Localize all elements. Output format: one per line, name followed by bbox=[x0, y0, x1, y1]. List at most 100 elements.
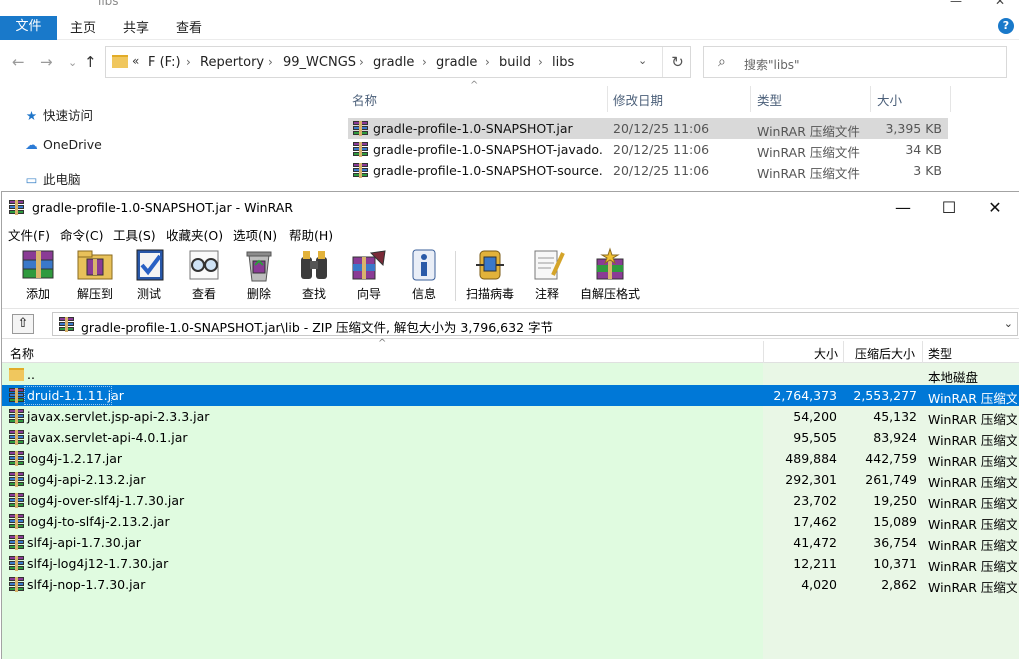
row-packed-size: 19,250 bbox=[873, 493, 917, 508]
menu-favorites[interactable]: 收藏夹(O) bbox=[166, 225, 223, 244]
column-header-name[interactable]: 名称 bbox=[10, 345, 34, 362]
forward-arrow-icon[interactable]: → bbox=[40, 53, 53, 71]
table-row[interactable]: druid-1.1.11.jar 2,764,373 2,553,277 Win… bbox=[2, 385, 1019, 406]
menu-file[interactable]: 文件(F) bbox=[8, 225, 50, 244]
comment-button[interactable]: 注释 bbox=[520, 247, 574, 305]
menu-options[interactable]: 选项(N) bbox=[233, 225, 277, 244]
breadcrumb-separator-icon[interactable]: › bbox=[359, 55, 364, 69]
column-header-type[interactable]: 类型 bbox=[757, 90, 782, 109]
menu-help[interactable]: 帮助(H) bbox=[289, 225, 333, 244]
wizard-icon bbox=[349, 247, 389, 283]
extract-to-button[interactable]: 解压到 bbox=[68, 247, 122, 305]
parent-folder-row[interactable]: .. 本地磁盘 bbox=[2, 364, 1019, 385]
archive-path-dropdown[interactable]: gradle-profile-1.0-SNAPSHOT.jar\lib - ZI… bbox=[52, 312, 1018, 336]
column-header-name[interactable]: 名称 bbox=[352, 90, 377, 109]
table-row[interactable]: slf4j-api-1.7.30.jar 41,472 36,754 WinRA… bbox=[2, 532, 1019, 553]
close-icon[interactable]: ✕ bbox=[995, 0, 1005, 8]
column-divider[interactable] bbox=[607, 86, 608, 112]
row-type: 本地磁盘 bbox=[928, 370, 979, 385]
info-button[interactable]: 信息 bbox=[397, 247, 451, 305]
maximize-icon[interactable]: ☐ bbox=[926, 196, 972, 220]
ribbon-tab-home[interactable]: 主页 bbox=[70, 17, 96, 36]
recent-locations-icon[interactable]: ⌄ bbox=[68, 56, 77, 69]
breadcrumb-repertory[interactable]: Repertory bbox=[200, 55, 264, 70]
table-row[interactable]: log4j-over-slf4j-1.7.30.jar 23,702 19,25… bbox=[2, 490, 1019, 511]
nav-item-quick-access[interactable]: ★ 快速访问 bbox=[24, 105, 93, 124]
breadcrumb-libs[interactable]: libs bbox=[552, 55, 574, 70]
column-header-size[interactable]: 大小 bbox=[877, 90, 902, 109]
breadcrumb-separator-icon[interactable]: › bbox=[485, 55, 490, 69]
row-size: 17,462 bbox=[793, 514, 837, 529]
scan-virus-button[interactable]: 扫描病毒 bbox=[462, 247, 518, 305]
nav-item-this-pc[interactable]: ▭ 此电脑 bbox=[24, 169, 81, 188]
file-row[interactable]: gradle-profile-1.0-SNAPSHOT-javado... 20… bbox=[348, 139, 948, 160]
row-name: slf4j-log4j12-1.7.30.jar bbox=[27, 556, 169, 571]
address-dropdown-icon[interactable]: ⌄ bbox=[638, 54, 647, 67]
breadcrumb-99wcngs[interactable]: 99_WCNGS bbox=[283, 55, 356, 70]
column-divider[interactable] bbox=[870, 86, 871, 112]
column-divider[interactable] bbox=[843, 341, 844, 363]
toolbar: 添加 解压到 测试 查看 删除 查找 向导 信息 扫描病毒 注释 自解压格式 bbox=[2, 243, 1019, 309]
file-type: WinRAR 压缩文件 bbox=[757, 124, 860, 139]
address-bar[interactable]: « F (F:) › Repertory › 99_WCNGS › gradle… bbox=[105, 46, 691, 78]
address-prefix[interactable]: « bbox=[132, 54, 139, 68]
close-icon[interactable]: ✕ bbox=[972, 196, 1018, 220]
chevron-down-icon[interactable]: ⌄ bbox=[1004, 317, 1013, 330]
ribbon-tab-share[interactable]: 共享 bbox=[123, 17, 149, 36]
add-button[interactable]: 添加 bbox=[11, 247, 65, 305]
file-row[interactable]: gradle-profile-1.0-SNAPSHOT-source... 20… bbox=[348, 160, 948, 181]
table-row[interactable]: log4j-to-slf4j-2.13.2.jar 17,462 15,089 … bbox=[2, 511, 1019, 532]
table-row[interactable]: log4j-1.2.17.jar 489,884 442,759 WinRAR … bbox=[2, 448, 1019, 469]
file-row[interactable]: gradle-profile-1.0-SNAPSHOT.jar 20/12/25… bbox=[348, 118, 948, 139]
breadcrumb-gradle-1[interactable]: gradle bbox=[373, 55, 414, 70]
wizard-button[interactable]: 向导 bbox=[342, 247, 396, 305]
jar-archive-icon bbox=[9, 577, 24, 592]
menu-tools[interactable]: 工具(S) bbox=[113, 225, 156, 244]
search-box[interactable]: ⌕ 搜索"libs" bbox=[703, 46, 1007, 78]
help-icon[interactable]: ? bbox=[998, 18, 1014, 34]
refresh-icon[interactable]: ↻ bbox=[662, 47, 692, 77]
up-arrow-icon[interactable]: ↑ bbox=[84, 53, 97, 71]
breadcrumb-build[interactable]: build bbox=[499, 55, 531, 70]
cloud-icon: ☁ bbox=[25, 137, 38, 152]
column-divider[interactable] bbox=[763, 341, 764, 363]
test-icon bbox=[129, 247, 169, 283]
row-name: .. bbox=[27, 367, 35, 382]
column-divider[interactable] bbox=[950, 86, 951, 112]
delete-button[interactable]: 删除 bbox=[232, 247, 286, 305]
breadcrumb-separator-icon[interactable]: › bbox=[186, 55, 191, 69]
breadcrumb-separator-icon[interactable]: › bbox=[268, 55, 273, 69]
minimize-icon[interactable]: — bbox=[950, 0, 962, 8]
table-row[interactable]: slf4j-log4j12-1.7.30.jar 12,211 10,371 W… bbox=[2, 553, 1019, 574]
breadcrumb-gradle-2[interactable]: gradle bbox=[436, 55, 477, 70]
table-row[interactable]: javax.servlet.jsp-api-2.3.3.jar 54,200 4… bbox=[2, 406, 1019, 427]
breadcrumb-drive[interactable]: F (F:) bbox=[148, 55, 181, 70]
test-button[interactable]: 测试 bbox=[122, 247, 176, 305]
column-header-packed[interactable]: 压缩后大小 bbox=[855, 345, 915, 362]
jar-archive-icon bbox=[9, 409, 24, 424]
menu-commands[interactable]: 命令(C) bbox=[60, 225, 103, 244]
table-row[interactable]: javax.servlet-api-4.0.1.jar 95,505 83,92… bbox=[2, 427, 1019, 448]
column-divider[interactable] bbox=[750, 86, 751, 112]
column-divider[interactable] bbox=[922, 341, 923, 363]
table-row[interactable]: log4j-api-2.13.2.jar 292,301 261,749 Win… bbox=[2, 469, 1019, 490]
file-type: WinRAR 压缩文件 bbox=[757, 166, 860, 181]
column-header-type[interactable]: 类型 bbox=[928, 345, 952, 362]
ribbon-tab-file[interactable]: 文件 bbox=[0, 16, 57, 40]
row-type: WinRAR 压缩文件 bbox=[928, 580, 1017, 595]
table-row[interactable]: slf4j-nop-1.7.30.jar 4,020 2,862 WinRAR … bbox=[2, 574, 1019, 595]
breadcrumb-separator-icon[interactable]: › bbox=[538, 55, 543, 69]
nav-item-onedrive[interactable]: ☁ OneDrive bbox=[24, 137, 102, 152]
row-type: WinRAR 压缩文件 bbox=[928, 538, 1017, 553]
explorer-titlebar: libs — ✕ bbox=[0, 0, 1019, 8]
view-button[interactable]: 查看 bbox=[177, 247, 231, 305]
breadcrumb-separator-icon[interactable]: › bbox=[422, 55, 427, 69]
up-folder-button[interactable]: ⇧ bbox=[12, 314, 34, 334]
column-header-date[interactable]: 修改日期 bbox=[613, 90, 663, 109]
sfx-button[interactable]: 自解压格式 bbox=[577, 247, 643, 305]
find-button[interactable]: 查找 bbox=[287, 247, 341, 305]
column-header-size[interactable]: 大小 bbox=[814, 345, 838, 362]
minimize-icon[interactable]: — bbox=[880, 196, 926, 220]
back-arrow-icon[interactable]: ← bbox=[12, 53, 25, 71]
ribbon-tab-view[interactable]: 查看 bbox=[176, 17, 202, 36]
